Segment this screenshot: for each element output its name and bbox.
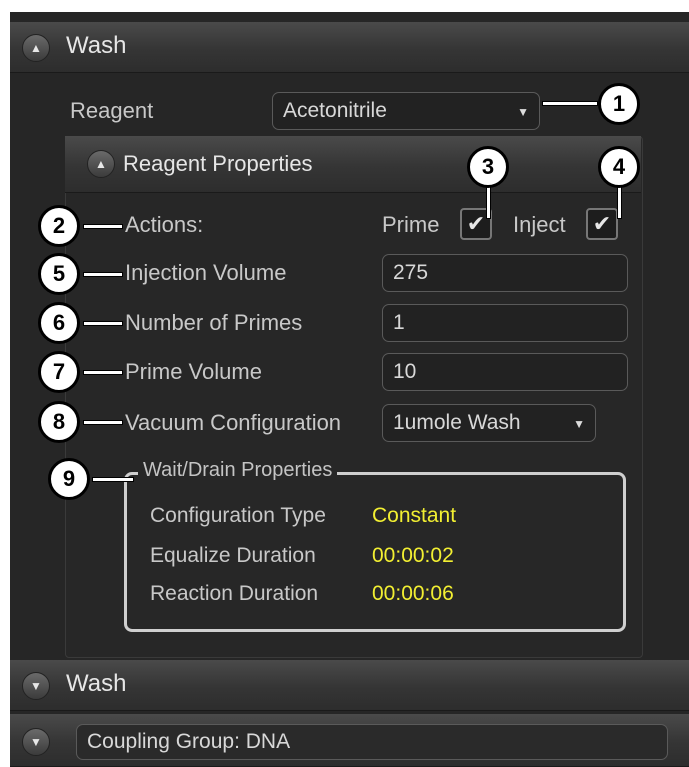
reaction-duration-label: Reaction Duration (150, 582, 319, 605)
callout-3-line (486, 185, 491, 219)
reagent-label: Reagent (70, 98, 154, 123)
callout-8-line (83, 420, 123, 425)
checkmark-icon: ✔ (466, 211, 486, 236)
chevron-down-icon: ▼ (573, 417, 585, 431)
chevron-down-icon: ▼ (517, 105, 529, 119)
callout-3: 3 (467, 146, 509, 188)
callout-8: 8 (38, 401, 80, 443)
callout-4: 4 (598, 146, 640, 188)
prime-label: Prime (382, 212, 440, 237)
collapse-icon[interactable]: ▲ (87, 150, 115, 178)
wash-section-2-header[interactable]: ▼ Wash (10, 660, 689, 711)
vacuum-configuration-select[interactable]: 1umole Wash ▼ (382, 404, 596, 442)
number-of-primes-field[interactable]: 1 (382, 304, 628, 342)
callout-1: 1 (598, 83, 640, 125)
reagent-select-value: Acetonitrile (283, 99, 387, 122)
callout-6: 6 (38, 302, 80, 344)
callout-4-line (617, 185, 622, 219)
callout-9-line (92, 477, 134, 482)
callout-5-line (83, 272, 123, 277)
expand-icon[interactable]: ▼ (22, 672, 50, 700)
inject-checkbox[interactable]: ✔ (586, 208, 618, 240)
coupling-group-header[interactable]: ▼ Coupling Group: DNA (10, 714, 689, 767)
expand-icon[interactable]: ▼ (22, 728, 50, 756)
callout-9: 9 (48, 458, 90, 500)
wait-drain-title: Wait/Drain Properties (138, 459, 338, 482)
inject-label: Inject (513, 212, 566, 237)
injection-volume-label: Injection Volume (125, 260, 287, 285)
prime-volume-value: 10 (393, 360, 417, 383)
prime-volume-label: Prime Volume (125, 359, 262, 384)
wash-panel: ▲ Wash Reagent Acetonitrile ▼ ▲ Reagent … (10, 12, 689, 767)
checkmark-icon: ✔ (592, 211, 612, 236)
callout-7: 7 (38, 351, 80, 393)
prime-volume-field[interactable]: 10 (382, 353, 628, 391)
callout-2-line (83, 224, 123, 229)
coupling-group-field[interactable]: Coupling Group: DNA (76, 724, 668, 760)
vacuum-configuration-value: 1umole Wash (393, 411, 521, 434)
equalize-duration-label: Equalize Duration (150, 544, 316, 567)
number-of-primes-value: 1 (393, 311, 405, 334)
collapse-icon[interactable]: ▲ (22, 34, 50, 62)
reagent-properties-title: Reagent Properties (123, 151, 313, 176)
wash-section-2-title: Wash (66, 670, 127, 697)
number-of-primes-label: Number of Primes (125, 310, 303, 335)
callout-7-line (83, 370, 123, 375)
coupling-group-value: Coupling Group: DNA (87, 730, 291, 753)
configuration-type-label: Configuration Type (150, 504, 326, 527)
reaction-duration-value: 00:00:06 (372, 582, 454, 605)
callout-1-line (542, 101, 598, 106)
callout-6-line (83, 321, 123, 326)
reagent-properties-header[interactable]: ▲ Reagent Properties (65, 136, 641, 193)
actions-label: Actions: (125, 212, 204, 237)
wash-section-title: Wash (66, 32, 127, 59)
callout-5: 5 (38, 253, 80, 295)
reagent-select[interactable]: Acetonitrile ▼ (272, 92, 540, 130)
configuration-type-value: Constant (372, 504, 457, 527)
injection-volume-field[interactable]: 275 (382, 254, 628, 292)
equalize-duration-value: 00:00:02 (372, 544, 454, 567)
vacuum-configuration-label: Vacuum Configuration (125, 410, 342, 435)
callout-2: 2 (38, 205, 80, 247)
wash-section-header[interactable]: ▲ Wash (10, 22, 689, 73)
injection-volume-value: 275 (393, 261, 429, 284)
